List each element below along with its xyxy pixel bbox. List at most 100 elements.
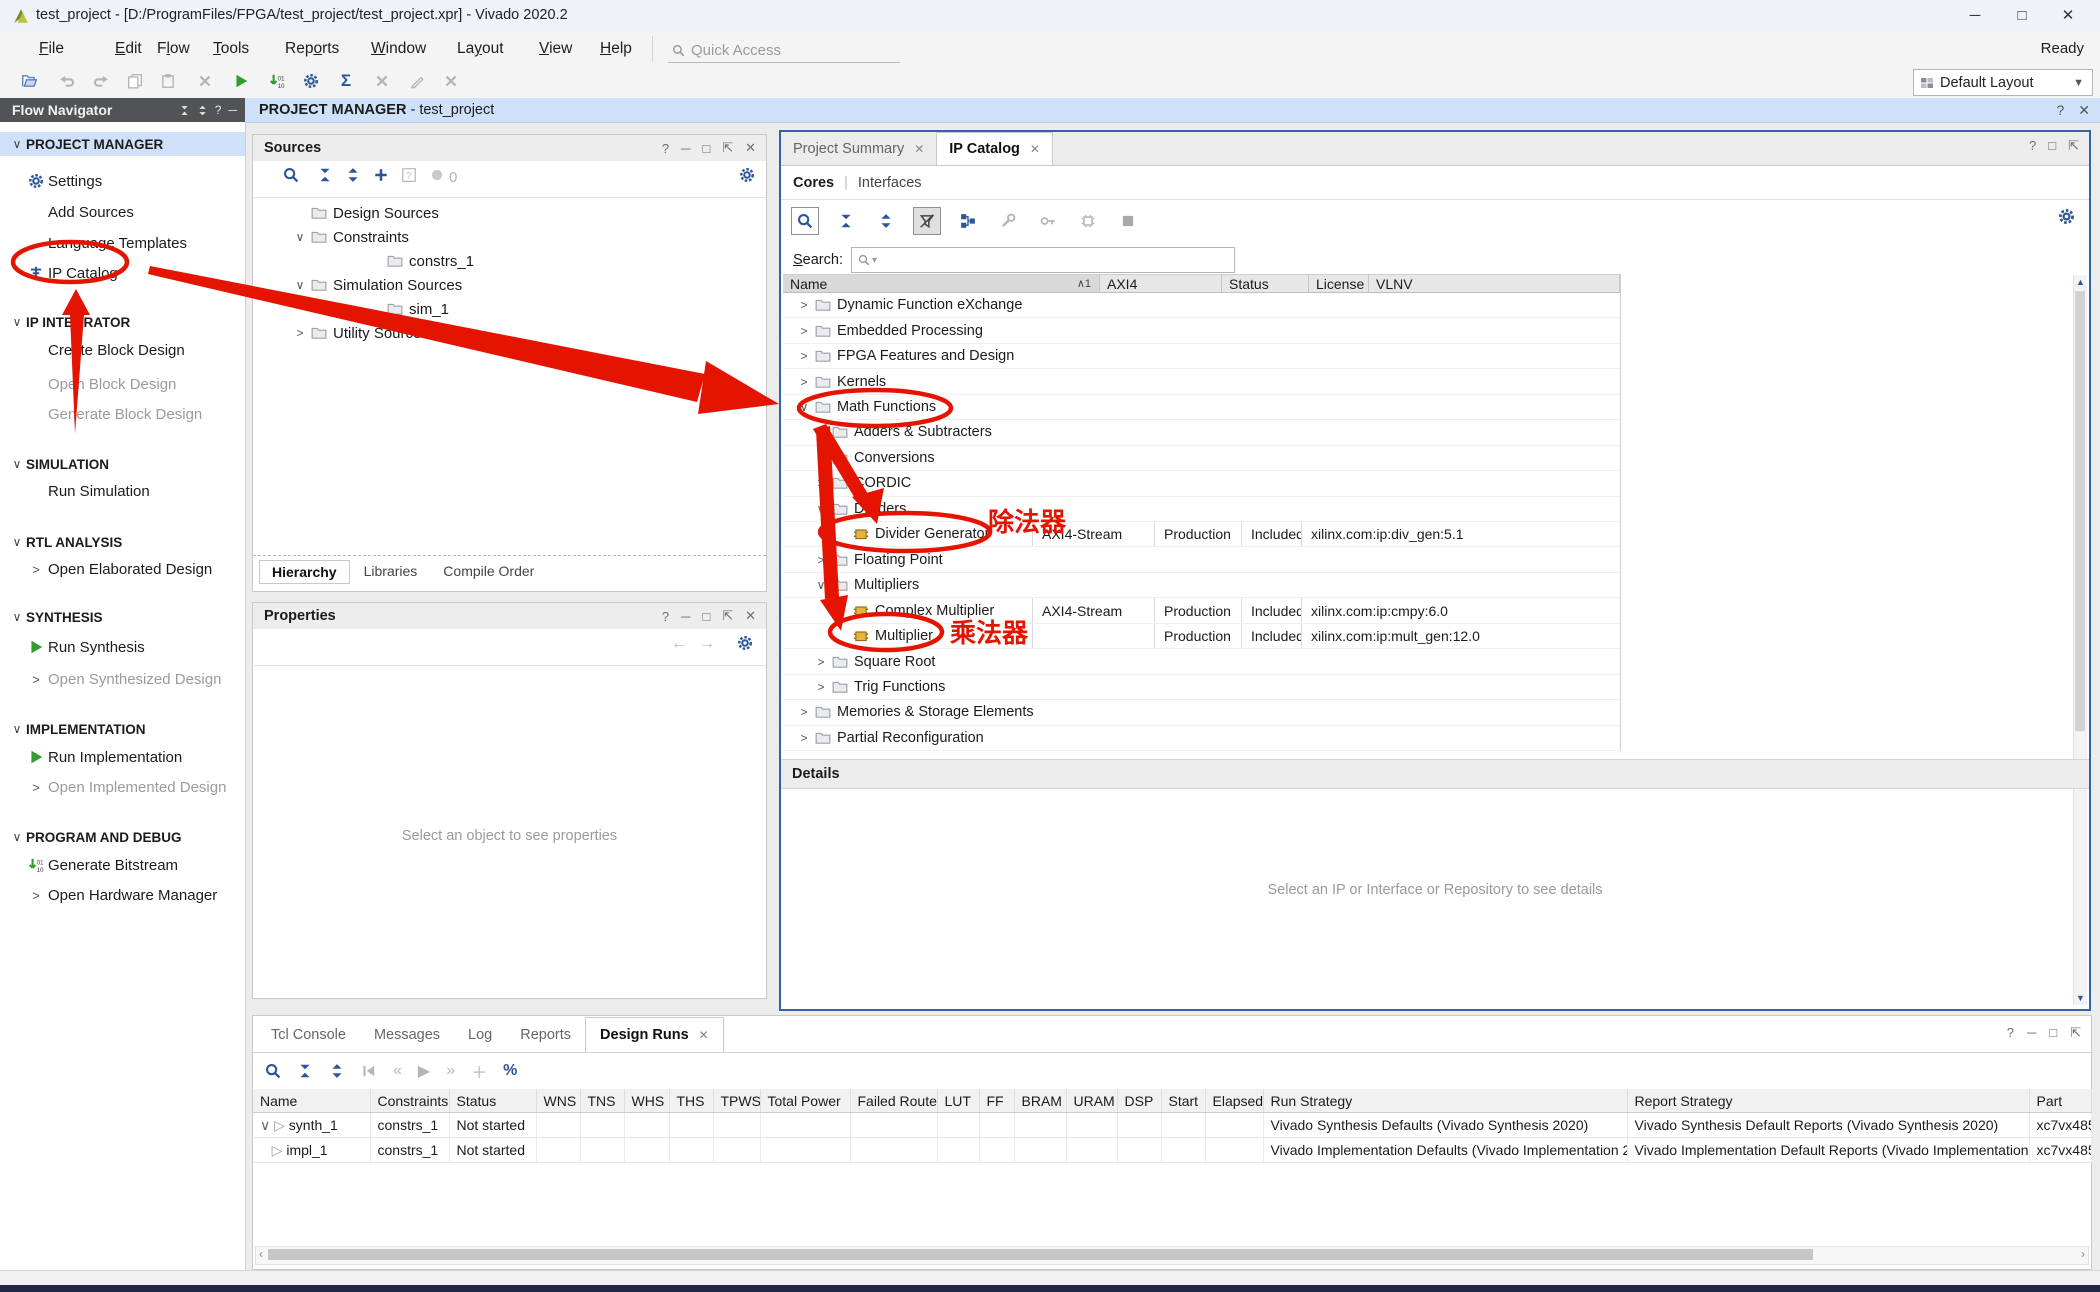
ip-row-square-root[interactable]: >Square Root [783,649,1620,674]
ip-row-kernels[interactable]: >Kernels [783,369,1620,394]
float-panel-icon[interactable]: ⇱ [722,608,733,624]
menu-file[interactable]: File [33,38,70,60]
chevron-down-icon[interactable]: ∨ [260,1117,274,1133]
delete-icon[interactable] [192,69,218,93]
gear-icon[interactable] [737,635,753,651]
column-header-start[interactable]: Start [1161,1089,1205,1113]
sidebar-section-synthesis[interactable]: ∨SYNTHESIS [0,605,245,629]
column-header-wns[interactable]: WNS [536,1089,580,1113]
search-icon[interactable] [283,167,299,183]
chevron-right-icon[interactable]: > [797,375,811,389]
source-item-constraints[interactable]: ∨Constraints [253,225,764,249]
close-tab-icon[interactable]: ✕ [1030,142,1040,156]
chevron-down-icon[interactable]: ∨ [797,400,811,414]
menu-reports[interactable]: Reports [279,38,345,60]
tab-project-summary[interactable]: Project Summary✕ [781,133,936,165]
quick-access-search[interactable]: Quick Access [668,38,900,63]
column-header-name[interactable]: Name [253,1089,370,1113]
ip-row-memories-storage-elements[interactable]: >Memories & Storage Elements [783,700,1620,725]
column-header-tpws[interactable]: TPWS [713,1089,760,1113]
collapse-all-icon[interactable] [179,105,190,116]
column-header-elapsed[interactable]: Elapsed [1205,1089,1263,1113]
maximize-panel-icon[interactable]: □ [2049,1025,2057,1041]
close-panel-icon[interactable]: ✕ [745,140,756,156]
scroll-right-icon[interactable]: › [2081,1247,2085,1262]
tab-log[interactable]: Log [454,1018,506,1052]
group-by-icon[interactable] [955,208,981,234]
chevron-right-icon[interactable]: > [797,731,811,745]
column-header-constraints[interactable]: Constraints [370,1089,449,1113]
sidebar-section-rtl-analysis[interactable]: ∨RTL ANALYSIS [0,530,245,554]
ip-row-partial-reconfiguration[interactable]: >Partial Reconfiguration [783,726,1620,751]
expand-all-icon[interactable] [329,1063,345,1079]
run-row-synth-1[interactable]: ∨ ▷ synth_1constrs_1Not startedVivado Sy… [253,1113,2091,1138]
open-project-icon[interactable] [16,69,42,93]
tab-design-runs[interactable]: Design Runs✕ [585,1017,724,1052]
search-icon[interactable] [791,207,819,235]
collapse-all-icon[interactable] [317,167,333,183]
maximize-panel-icon[interactable]: □ [702,609,710,624]
help-icon[interactable]: ? [2056,102,2064,119]
sidebar-section-project-manager[interactable]: ∨PROJECT MANAGER [0,132,245,156]
expand-all-icon[interactable] [873,208,899,234]
rewind-icon[interactable]: « [393,1062,402,1080]
add-run-icon[interactable]: ＋ [471,1059,487,1083]
chevron-right-icon[interactable]: > [814,476,828,490]
tab-reports[interactable]: Reports [506,1018,585,1052]
column-header-failed-routes[interactable]: Failed Routes [850,1089,937,1113]
add-sources-icon[interactable] [373,167,389,183]
ip-row-math-functions[interactable]: ∨Math Functions [783,395,1620,420]
sidebar-item-open-synthesized-design[interactable]: >Open Synthesized Design [0,667,245,691]
subtab-interfaces[interactable]: Interfaces [858,175,922,191]
source-item-design-sources[interactable]: Design Sources [253,201,764,225]
minimize-panel-icon[interactable]: ─ [228,103,237,117]
tab-tcl-console[interactable]: Tcl Console [257,1018,360,1052]
sidebar-item-generate-block-design[interactable]: Generate Block Design [0,402,245,426]
sidebar-item-add-sources[interactable]: Add Sources [0,200,245,224]
tab-ip-catalog[interactable]: IP Catalog✕ [936,132,1053,165]
scroll-left-icon[interactable]: ‹ [259,1247,263,1262]
chevron-right-icon[interactable]: > [814,680,828,694]
scrollbar-thumb[interactable] [268,1249,1813,1260]
gear-icon[interactable] [739,167,755,183]
help-icon[interactable]: ? [662,141,669,156]
sources-splitter[interactable] [253,555,766,556]
sidebar-item-open-elaborated-design[interactable]: >Open Elaborated Design [0,557,245,581]
column-header-part[interactable]: Part [2029,1089,2091,1113]
run-icon[interactable] [228,69,254,93]
ip-row-trig-functions[interactable]: >Trig Functions [783,675,1620,700]
column-header-status[interactable]: Status [1222,274,1309,293]
subtab-cores[interactable]: Cores [793,175,834,191]
help-icon[interactable]: ? [2007,1025,2014,1041]
help-icon[interactable]: ? [2029,138,2036,154]
sidebar-item-generate-bitstream[interactable]: 0110Generate Bitstream [0,853,245,877]
chevron-right-icon[interactable]: > [797,298,811,312]
menu-flow[interactable]: Flow [151,38,196,60]
tab-hierarchy[interactable]: Hierarchy [259,560,350,584]
settings-icon[interactable] [298,69,324,93]
sidebar-item-language-templates[interactable]: Language Templates [0,231,245,255]
fast-forward-icon[interactable]: » [446,1062,455,1080]
sidebar-item-settings[interactable]: Settings [0,169,245,193]
sidebar-section-program-and-debug[interactable]: ∨PROGRAM AND DEBUG [0,825,245,849]
ip-row-dynamic-function-exchange[interactable]: >Dynamic Function eXchange [783,293,1620,318]
expand-all-icon[interactable] [197,105,208,116]
scrollbar-thumb[interactable] [2075,291,2085,731]
column-header-license[interactable]: License [1309,274,1369,293]
tab-messages[interactable]: Messages [360,1018,454,1052]
help-box-icon[interactable]: ? [401,167,417,183]
close-panel-icon[interactable]: ✕ [745,608,756,624]
ip-row-cordic[interactable]: >CORDIC [783,471,1620,496]
scroll-down-icon[interactable]: ▼ [2074,993,2087,1003]
float-panel-icon[interactable]: ⇱ [2070,1025,2081,1041]
tab-compile-order[interactable]: Compile Order [431,560,546,584]
chevron-right-icon[interactable]: > [797,324,811,338]
undo-icon[interactable] [54,69,80,93]
collapse-all-icon[interactable] [297,1063,313,1079]
close-context-icon[interactable]: ✕ [2078,102,2090,119]
step-first-icon[interactable] [361,1063,377,1079]
sidebar-item-create-block-design[interactable]: Create Block Design [0,338,245,362]
horizontal-scrollbar[interactable]: ‹ › [255,1246,2089,1265]
maximize-panel-icon[interactable]: □ [2048,138,2056,154]
column-header-whs[interactable]: WHS [624,1089,669,1113]
